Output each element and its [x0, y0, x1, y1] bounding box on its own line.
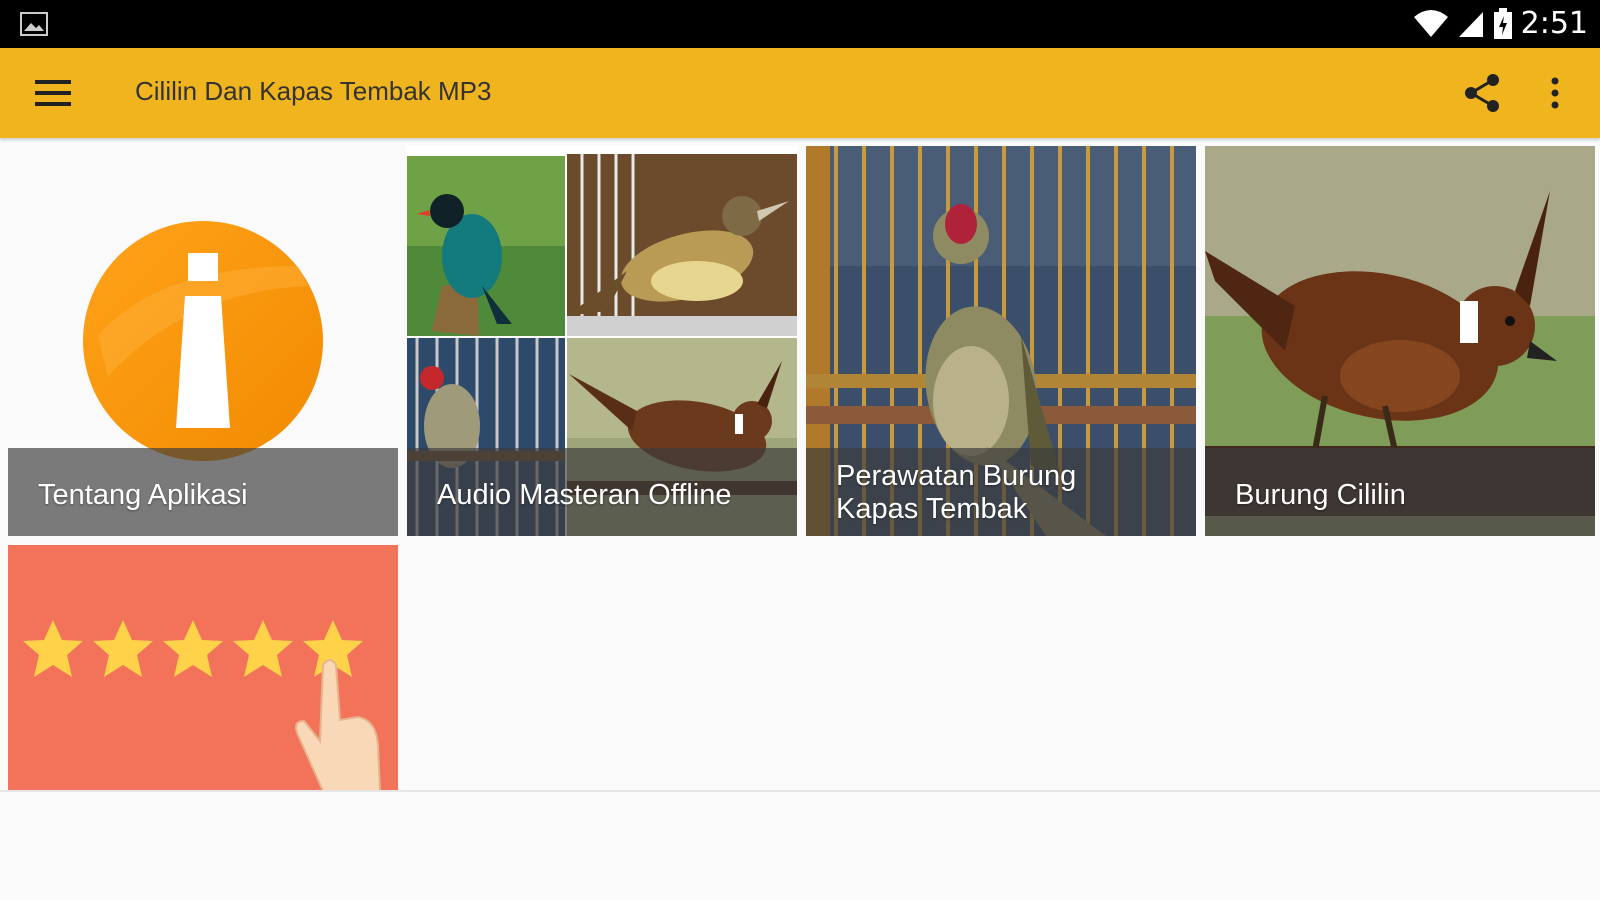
content-divider: [0, 790, 1600, 792]
share-icon: [1465, 74, 1499, 112]
tile-label: Audio Masteran Offline: [437, 479, 732, 511]
rating-stars-hand-icon: [23, 620, 382, 791]
tile-label-line: Perawatan Burung: [836, 460, 1077, 492]
tile-rate-app[interactable]: [8, 545, 398, 791]
status-bar: 2:51: [0, 0, 1600, 48]
tile-burung-cililin[interactable]: Burung Cililin: [1205, 146, 1595, 536]
tile-label: Tentang Aplikasi: [38, 479, 248, 511]
signal-icon: [1458, 11, 1483, 37]
menu-button[interactable]: [22, 70, 84, 116]
tile-audio-offline[interactable]: Audio Masteran Offline: [407, 146, 797, 536]
tile-label-line: Kapas Tembak: [836, 493, 1028, 525]
share-button[interactable]: [1452, 68, 1512, 118]
app-bar: Cililin Dan Kapas Tembak MP3: [0, 48, 1600, 138]
tile-bird-care[interactable]: Perawatan Burung Kapas Tembak: [806, 146, 1196, 536]
more-vert-icon: [1551, 77, 1559, 109]
status-time: 2:51: [1520, 6, 1588, 41]
more-options-button[interactable]: [1530, 68, 1580, 118]
menu-icon: [35, 80, 71, 106]
wifi-icon: [1413, 9, 1448, 37]
tile-label: Burung Cililin: [1235, 479, 1406, 511]
app-title: Cililin Dan Kapas Tembak MP3: [135, 76, 492, 106]
tile-about-app[interactable]: Tentang Aplikasi: [8, 146, 398, 536]
battery-icon: [1493, 7, 1512, 39]
gallery-icon: [20, 12, 48, 36]
tile-label: Perawatan Burung Kapas Tembak: [836, 460, 1076, 526]
